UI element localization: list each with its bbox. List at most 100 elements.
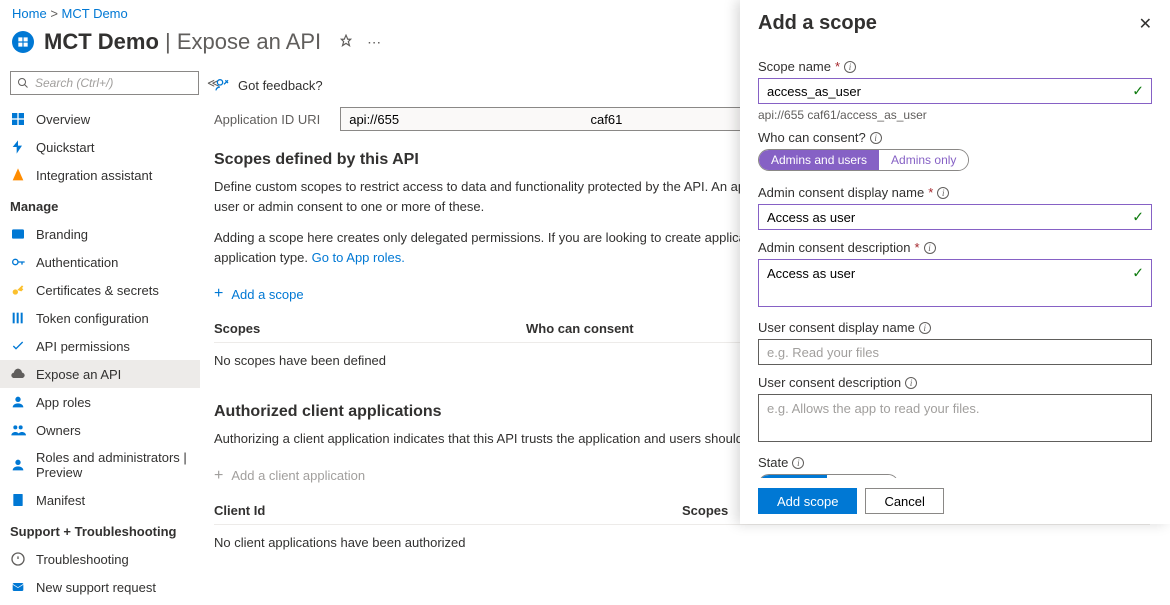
user-display-label: User consent display name [758, 320, 915, 335]
app-registration-icon [12, 31, 34, 53]
consent-admins-users[interactable]: Admins and users [759, 150, 879, 170]
nav-expose-api[interactable]: Expose an API [0, 360, 200, 388]
nav-label: Troubleshooting [36, 552, 129, 567]
nav-label: Integration assistant [36, 168, 152, 183]
search-icon [17, 77, 29, 89]
permissions-icon [10, 338, 26, 354]
close-icon[interactable]: ✕ [1139, 14, 1152, 34]
col-scopes: Scopes [214, 321, 526, 336]
info-icon[interactable]: i [924, 242, 936, 254]
integration-icon [10, 167, 26, 183]
scope-name-label: Scope name [758, 59, 831, 74]
go-to-app-roles-link[interactable]: Go to App roles. [312, 250, 405, 265]
scope-uri-preview: api://655 caf61/access_as_user [758, 108, 1152, 122]
branding-icon [10, 226, 26, 242]
page-title: MCT Demo | Expose an API [44, 29, 321, 55]
add-scope-link[interactable]: + Add a scope [214, 279, 304, 315]
add-scope-text: Add a scope [231, 287, 303, 302]
add-client-text: Add a client application [231, 468, 365, 483]
overview-icon [10, 111, 26, 127]
admin-display-input[interactable] [758, 204, 1152, 230]
nav-new-support[interactable]: New support request [0, 573, 200, 601]
nav-app-roles[interactable]: App roles [0, 388, 200, 416]
nav-quickstart[interactable]: Quickstart [0, 133, 200, 161]
nav-owners[interactable]: Owners [0, 416, 200, 444]
nav-api-permissions[interactable]: API permissions [0, 332, 200, 360]
title-actions: ⋯ [339, 34, 381, 51]
check-icon: ✓ [1132, 209, 1144, 226]
app-id-label: Application ID URI [214, 112, 320, 127]
admin-desc-label: Admin consent description [758, 240, 910, 255]
nav-roles-admin[interactable]: Roles and administrators | Preview [0, 444, 200, 486]
info-icon[interactable]: i [937, 187, 949, 199]
required-icon: * [914, 240, 919, 255]
nav-label: Owners [36, 423, 81, 438]
breadcrumb-current[interactable]: MCT Demo [62, 6, 128, 21]
nav-overview[interactable]: Overview [0, 105, 200, 133]
info-icon[interactable]: i [792, 457, 804, 469]
nav-integration[interactable]: Integration assistant [0, 161, 200, 189]
manifest-icon [10, 492, 26, 508]
nav-label: API permissions [36, 339, 130, 354]
admin-display-label: Admin consent display name [758, 185, 924, 200]
check-icon: ✓ [1132, 265, 1144, 282]
nav-authentication[interactable]: Authentication [0, 248, 200, 276]
consent-admins-only[interactable]: Admins only [879, 150, 968, 170]
add-scope-button[interactable]: Add scope [758, 488, 857, 514]
breadcrumb-sep: > [50, 6, 58, 21]
consent-pill-group: Admins and users Admins only [758, 149, 969, 171]
nav-troubleshooting[interactable]: Troubleshooting [0, 545, 200, 573]
nav-header-manage: Manage [0, 189, 200, 220]
scope-name-input[interactable] [758, 78, 1152, 104]
user-desc-label: User consent description [758, 375, 901, 390]
pin-icon[interactable] [339, 34, 353, 51]
feedback-link[interactable]: Got feedback? [214, 73, 323, 107]
required-icon: * [928, 185, 933, 200]
search-box[interactable] [10, 71, 199, 95]
quickstart-icon [10, 139, 26, 155]
expose-icon [10, 366, 26, 382]
auth-icon [10, 254, 26, 270]
nav-certs[interactable]: Certificates & secrets [0, 276, 200, 304]
owners-icon [10, 422, 26, 438]
troubleshoot-icon [10, 551, 26, 567]
nav-branding[interactable]: Branding [0, 220, 200, 248]
admin-desc-input[interactable] [758, 259, 1152, 307]
feedback-text: Got feedback? [238, 78, 323, 93]
plus-icon: + [214, 467, 223, 485]
token-icon [10, 310, 26, 326]
add-scope-panel: Add a scope ✕ Scope name * i ✓ api://655 c… [740, 0, 1170, 524]
breadcrumb-home[interactable]: Home [12, 6, 47, 21]
nav-manifest[interactable]: Manifest [0, 486, 200, 514]
nav-label: Quickstart [36, 140, 95, 155]
nav-label: Roles and administrators | Preview [36, 450, 190, 480]
search-input[interactable] [35, 76, 192, 90]
nav-label: Token configuration [36, 311, 149, 326]
nav-label: Manifest [36, 493, 85, 508]
info-icon[interactable]: i [844, 61, 856, 73]
panel-title: Add a scope [758, 12, 877, 35]
nav-token[interactable]: Token configuration [0, 304, 200, 332]
add-client-link: + Add a client application [214, 461, 365, 497]
nav-label: Certificates & secrets [36, 283, 159, 298]
info-icon[interactable]: i [870, 132, 882, 144]
approles-icon [10, 394, 26, 410]
support-icon [10, 579, 26, 595]
nav-label: App roles [36, 395, 91, 410]
clients-empty: No client applications have been authori… [214, 525, 1150, 560]
nav-label: New support request [36, 580, 156, 595]
feedback-icon [214, 77, 230, 93]
cancel-button[interactable]: Cancel [865, 488, 943, 514]
nav-header-support: Support + Troubleshooting [0, 514, 200, 545]
nav-label: Expose an API [36, 367, 121, 382]
plus-icon: + [214, 285, 223, 303]
user-display-input[interactable] [758, 339, 1152, 365]
consent-label: Who can consent? [758, 130, 866, 145]
col-client-id: Client Id [214, 503, 682, 518]
info-icon[interactable]: i [919, 322, 931, 334]
user-desc-input[interactable] [758, 394, 1152, 442]
app-id-input[interactable] [340, 107, 750, 131]
info-icon[interactable]: i [905, 377, 917, 389]
state-label: State [758, 455, 788, 470]
more-icon[interactable]: ⋯ [367, 34, 381, 51]
